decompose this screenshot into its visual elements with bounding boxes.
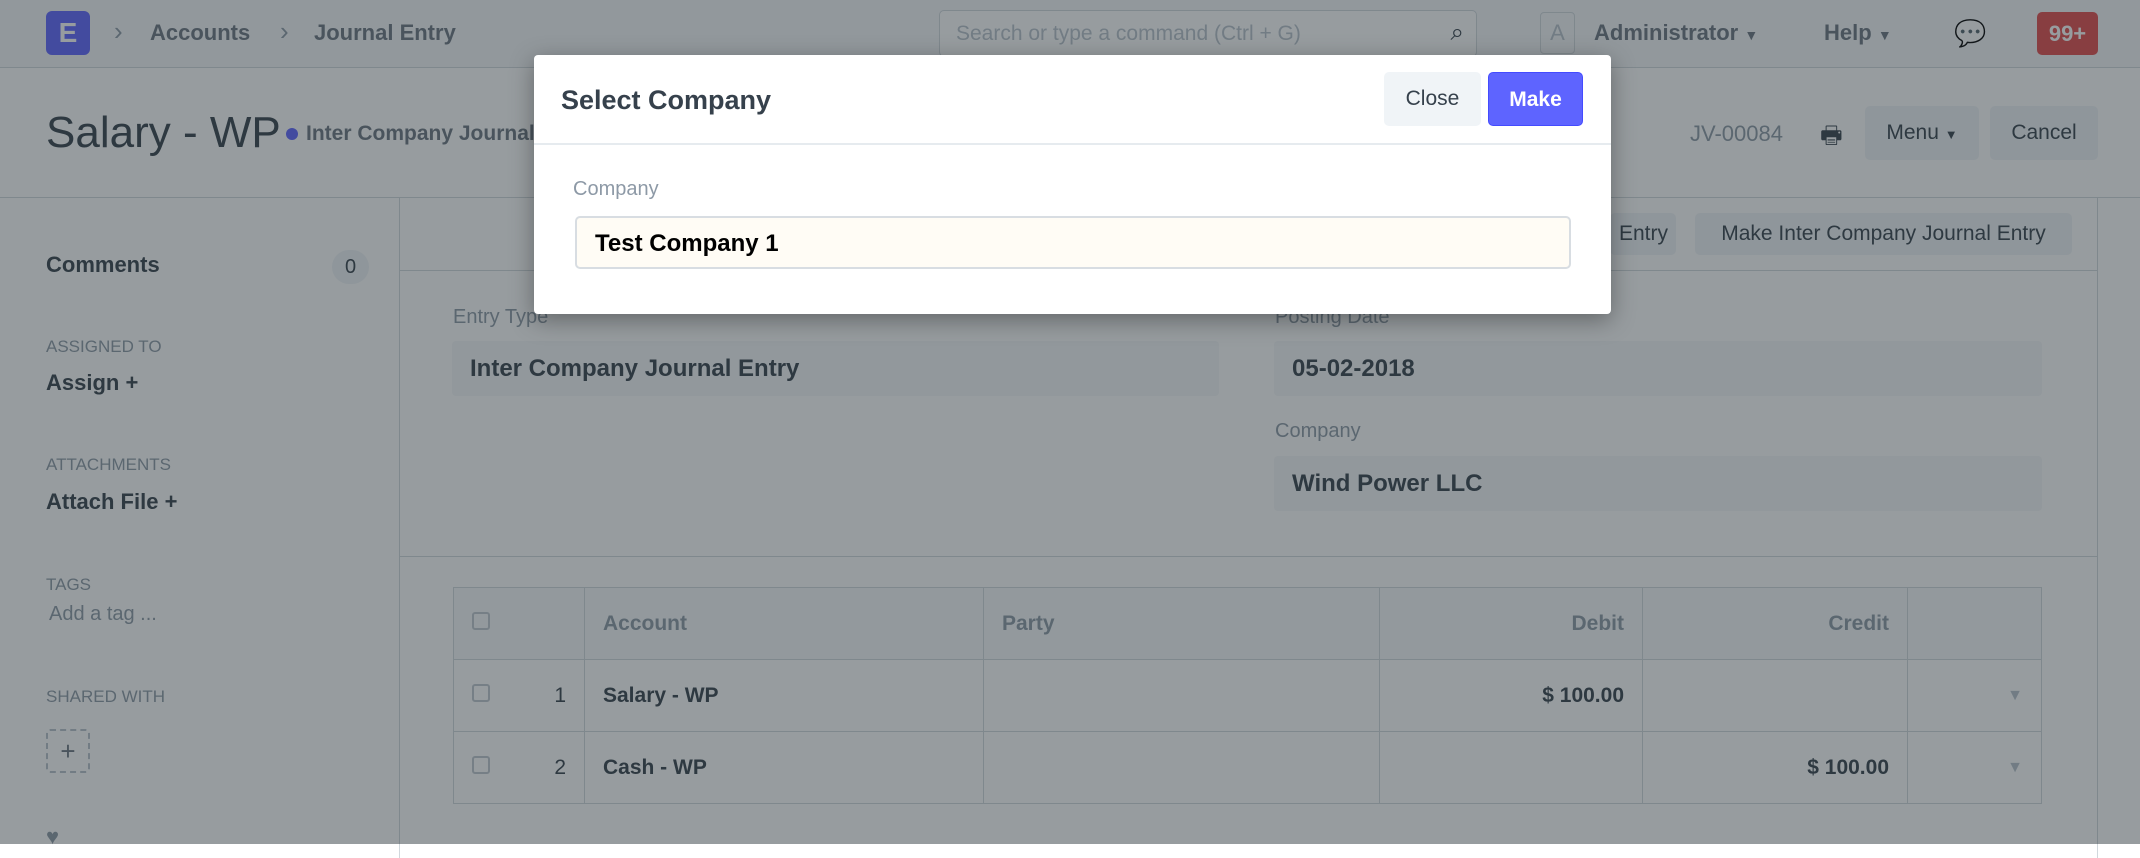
dialog-header: Select Company Close Make — [534, 55, 1611, 145]
company-label: Company — [573, 178, 659, 200]
dialog-title: Select Company — [561, 85, 772, 115]
close-button[interactable]: Close — [1384, 72, 1481, 126]
company-input[interactable]: Test Company 1 — [575, 216, 1571, 269]
make-button[interactable]: Make — [1488, 72, 1583, 126]
select-company-dialog: Select Company Close Make Company Test C… — [534, 55, 1611, 314]
